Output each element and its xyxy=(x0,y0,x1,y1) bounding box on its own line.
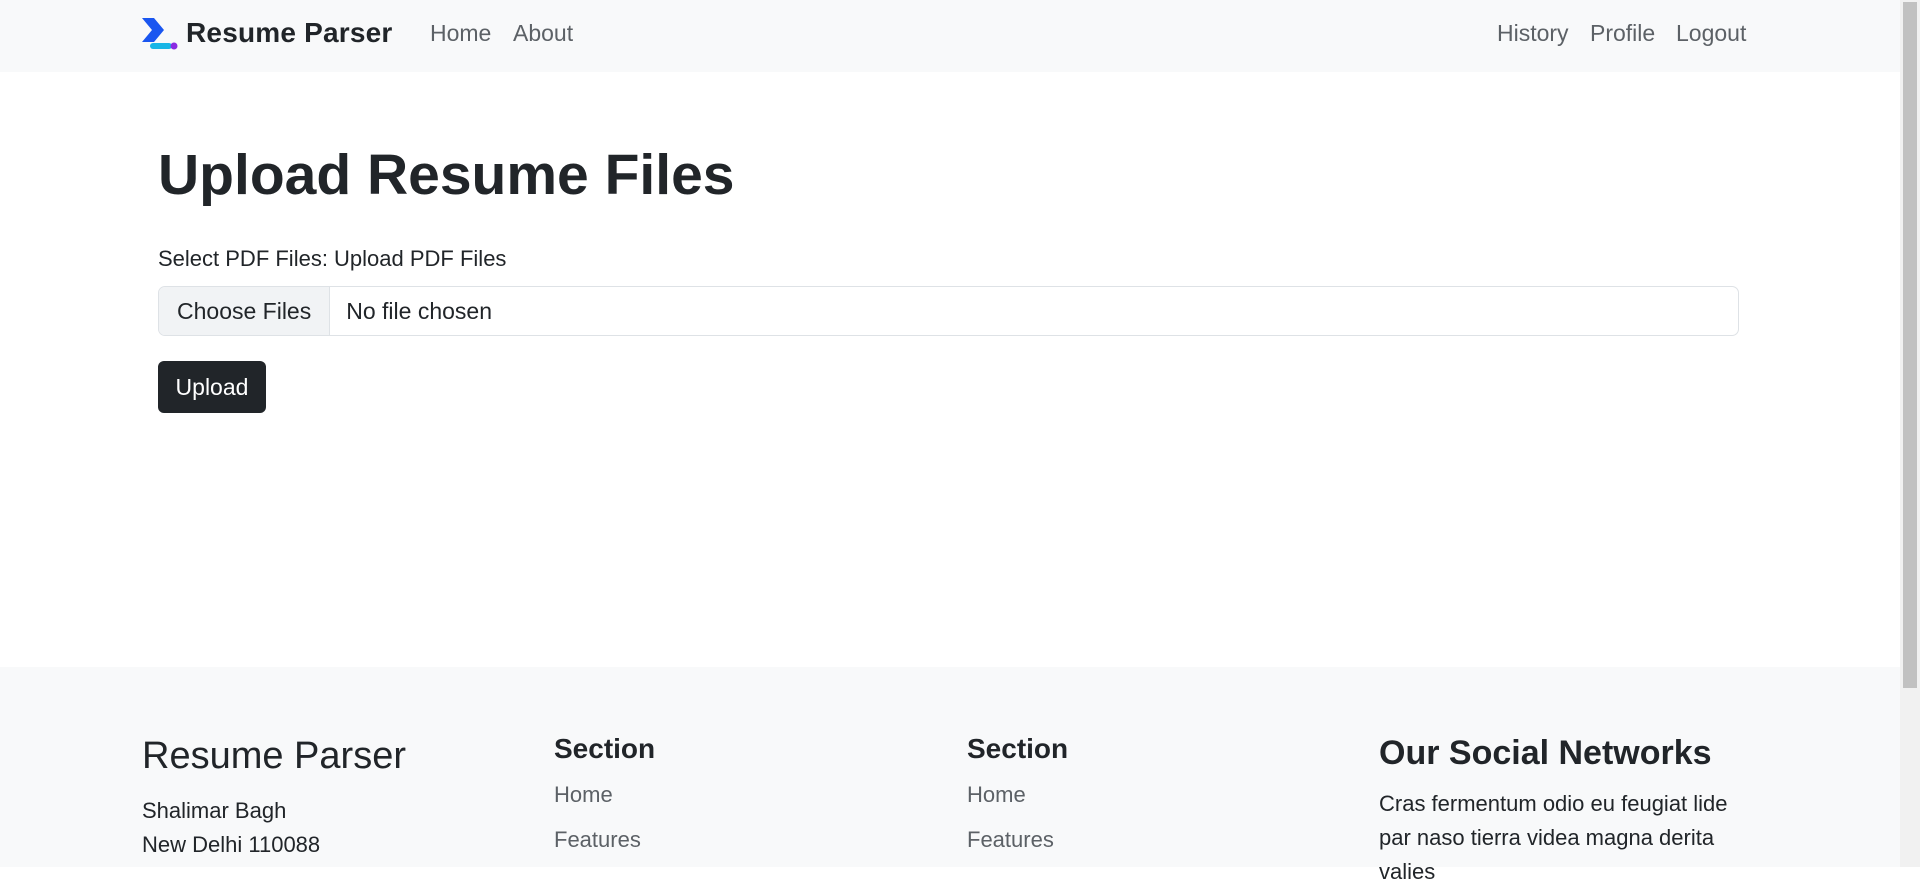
footer-social-text: Cras fermentum odio eu feugiat lide par … xyxy=(1379,791,1728,884)
footer-address-line1: Shalimar Bagh xyxy=(142,798,287,823)
vertical-scrollbar[interactable] xyxy=(1900,0,1920,867)
file-label: Select PDF Files: Upload PDF Files xyxy=(158,246,507,271)
scrollbar-thumb[interactable] xyxy=(1903,2,1917,688)
nav-link-profile[interactable]: Profile xyxy=(1590,19,1655,47)
footer-section1-heading: Section xyxy=(554,733,656,764)
footer-brand: Resume Parser xyxy=(142,735,406,777)
footer-address-line2: New Delhi 110088 xyxy=(142,832,321,857)
upload-button[interactable]: Upload xyxy=(158,361,266,413)
page-title: Upload Resume Files xyxy=(158,143,735,207)
navbar: Resume Parser Home About History Profile… xyxy=(0,0,1900,72)
file-status: No file chosen xyxy=(346,297,492,324)
brand-link[interactable]: Resume Parser xyxy=(140,13,393,53)
footer-section2-link-features[interactable]: Features xyxy=(967,827,1054,853)
footer-section1-link-features[interactable]: Features xyxy=(554,827,641,853)
footer-section1-link-home[interactable]: Home xyxy=(554,782,613,808)
choose-files-button[interactable]: Choose Files xyxy=(159,287,331,335)
logo-icon xyxy=(142,18,178,50)
footer: Resume Parser Shalimar Bagh New Delhi 11… xyxy=(0,667,1900,884)
nav-link-about[interactable]: About xyxy=(513,19,573,47)
footer-social-heading: Our Social Networks xyxy=(1379,734,1712,772)
footer-section2-link-home[interactable]: Home xyxy=(967,782,1026,808)
nav-link-history[interactable]: History xyxy=(1497,19,1569,47)
footer-section2-heading: Section xyxy=(967,733,1069,764)
file-input[interactable]: Choose Files No file chosen xyxy=(158,286,1739,336)
nav-link-logout[interactable]: Logout xyxy=(1676,19,1746,47)
nav-link-home[interactable]: Home xyxy=(430,19,491,47)
brand-name: Resume Parser xyxy=(186,17,393,48)
